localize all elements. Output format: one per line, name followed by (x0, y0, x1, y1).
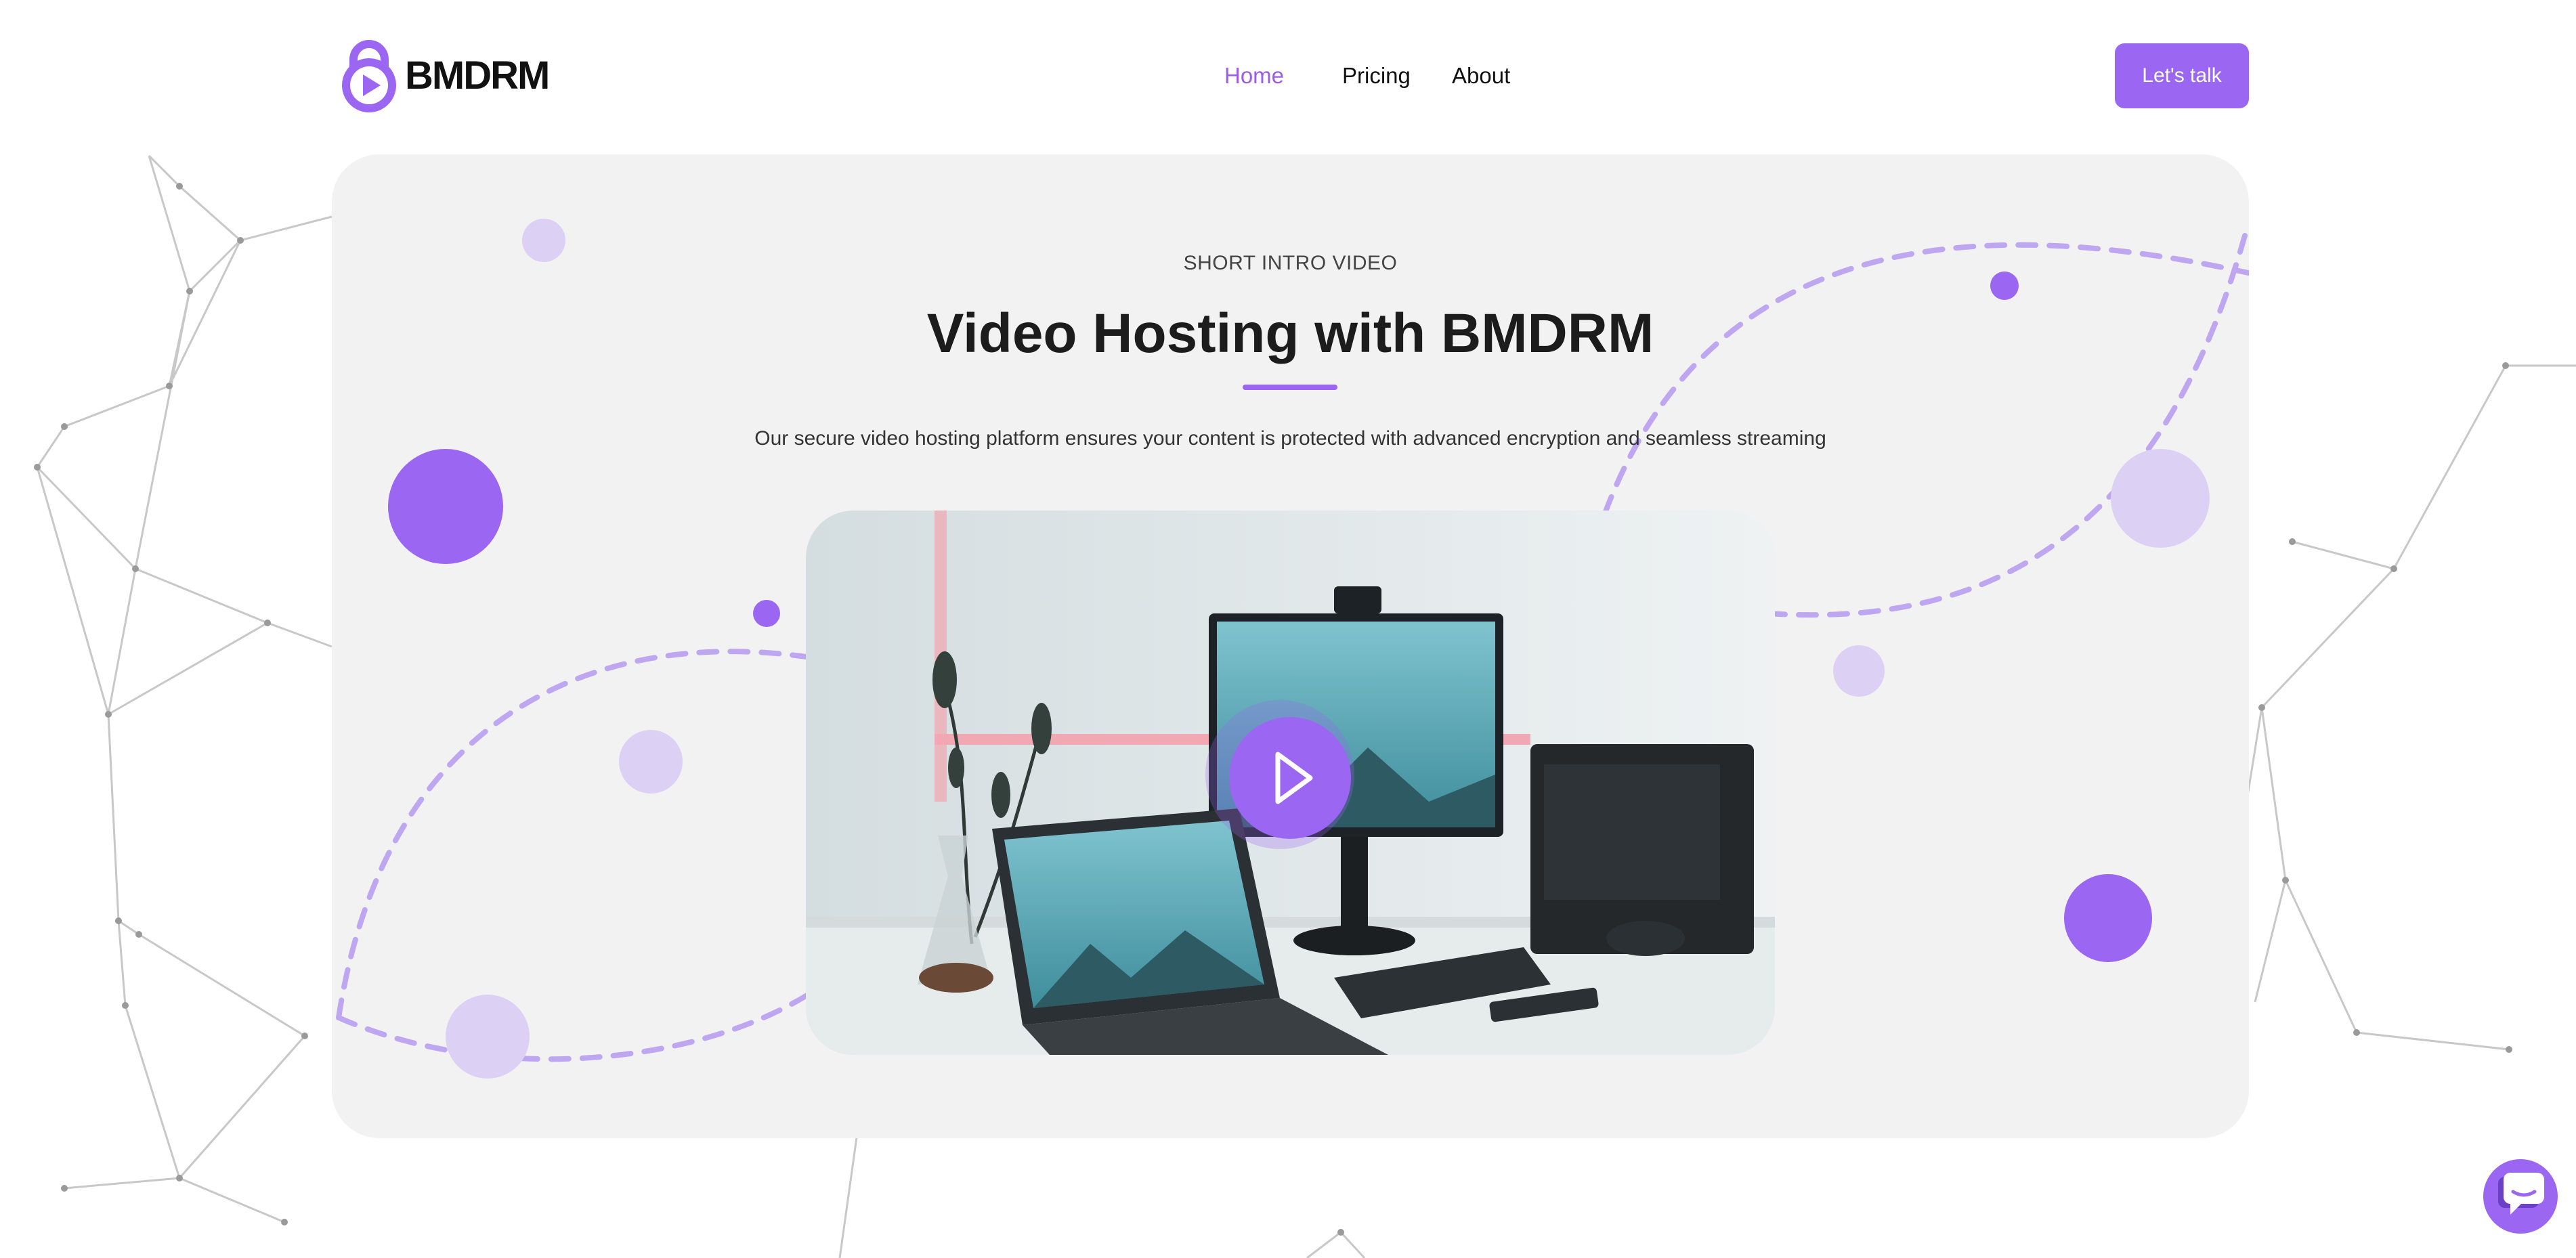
nav-item-home[interactable]: Home (1224, 58, 1284, 93)
hero-subtitle: Our secure video hosting platform ensure… (754, 427, 1826, 450)
play-button[interactable] (1229, 717, 1351, 839)
title-underline (1243, 385, 1337, 390)
lets-talk-button[interactable]: Let's talk (2115, 43, 2249, 108)
chat-bubble-icon (2498, 1173, 2544, 1215)
nav-item-pricing[interactable]: Pricing (1342, 58, 1411, 93)
intro-video-player[interactable] (806, 511, 1775, 1055)
play-icon (1275, 752, 1313, 804)
page-title: Video Hosting with BMDRM (926, 303, 1654, 364)
hero-card: SHORT INTRO VIDEO Video Hosting with BMD… (332, 154, 2249, 1138)
nav-item-about[interactable]: About (1452, 58, 1510, 93)
section-eyebrow: SHORT INTRO VIDEO (1183, 252, 1398, 274)
site-header: BMDRM Home Pricing About Let's talk (0, 0, 2576, 152)
chat-widget-button[interactable] (2483, 1159, 2558, 1234)
